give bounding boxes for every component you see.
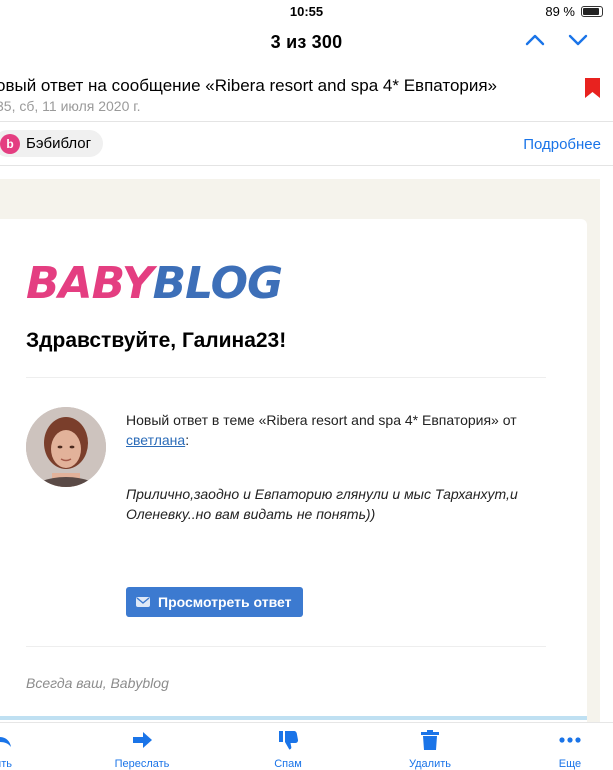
envelope-icon [136,597,150,607]
notice-colon: : [185,432,190,448]
battery-icon [581,6,603,17]
sender-avatar: b [0,133,20,154]
delete-label: Удалить [409,758,451,770]
forward-label: Переслать [114,758,170,770]
battery-indicator: 89 % [545,4,603,19]
author-link[interactable]: светлана [126,432,185,448]
reply-icon [0,737,11,747]
reply-label: тить [0,758,12,770]
greeting-heading: Здравствуйте, Галина23! [26,329,287,352]
divider [0,165,613,166]
babyblog-logo: BABYBLOG [26,258,283,306]
forward-button[interactable]: Переслать [97,729,187,770]
more-button[interactable]: Еще [525,729,613,770]
message-subject: овый ответ на сообщение «Ribera resort a… [0,76,498,95]
divider [26,646,546,647]
chevron-up-icon [525,34,545,46]
status-time: 10:55 [289,4,324,19]
view-reply-button[interactable]: Просмотреть ответ [126,587,304,617]
trash-icon [421,730,439,750]
chevron-down-icon [568,34,588,46]
reply-quote: Прилично,заодно и Евпаторию глянули и мы… [126,486,518,522]
more-dots-icon [559,737,581,743]
spam-label: Спам [274,758,302,770]
reply-button[interactable]: тить [0,729,46,770]
previous-message-button[interactable] [522,30,548,54]
signature: Всегда ваш, Babyblog [26,675,169,691]
view-reply-label: Просмотреть ответ [158,594,292,610]
message-date: 35, сб, 11 июля 2020 г. [0,98,141,114]
nav-bar: 3 из 300 [0,24,613,60]
thumbs-down-icon [279,731,299,750]
notice-message: Новый ответ в теме «Ribera resort and sp… [126,412,517,428]
sender-name: Бэбиблог [26,135,92,152]
delete-button[interactable]: Удалить [385,729,475,770]
forward-arrow-icon [133,732,152,748]
next-message-button[interactable] [565,30,591,54]
email-footer-bar [0,716,587,720]
author-avatar [26,407,106,487]
sender-chip[interactable]: b Бэбиблог [0,130,104,157]
bottom-toolbar: тить Переслать Спам Удалить Еще [0,722,613,770]
spam-button[interactable]: Спам [243,729,333,770]
more-label: Еще [558,758,582,770]
bookmark-flag-icon[interactable] [585,78,600,98]
divider [26,377,546,378]
battery-percent: 89 % [545,4,575,19]
divider [0,121,613,122]
details-link[interactable]: Подробнее [523,136,601,153]
notice-text: Новый ответ в теме «Ribera resort and sp… [126,410,556,450]
svg-text:BABYBLOG: BABYBLOG [26,258,282,306]
status-bar: 10:55 89 % [0,0,613,22]
